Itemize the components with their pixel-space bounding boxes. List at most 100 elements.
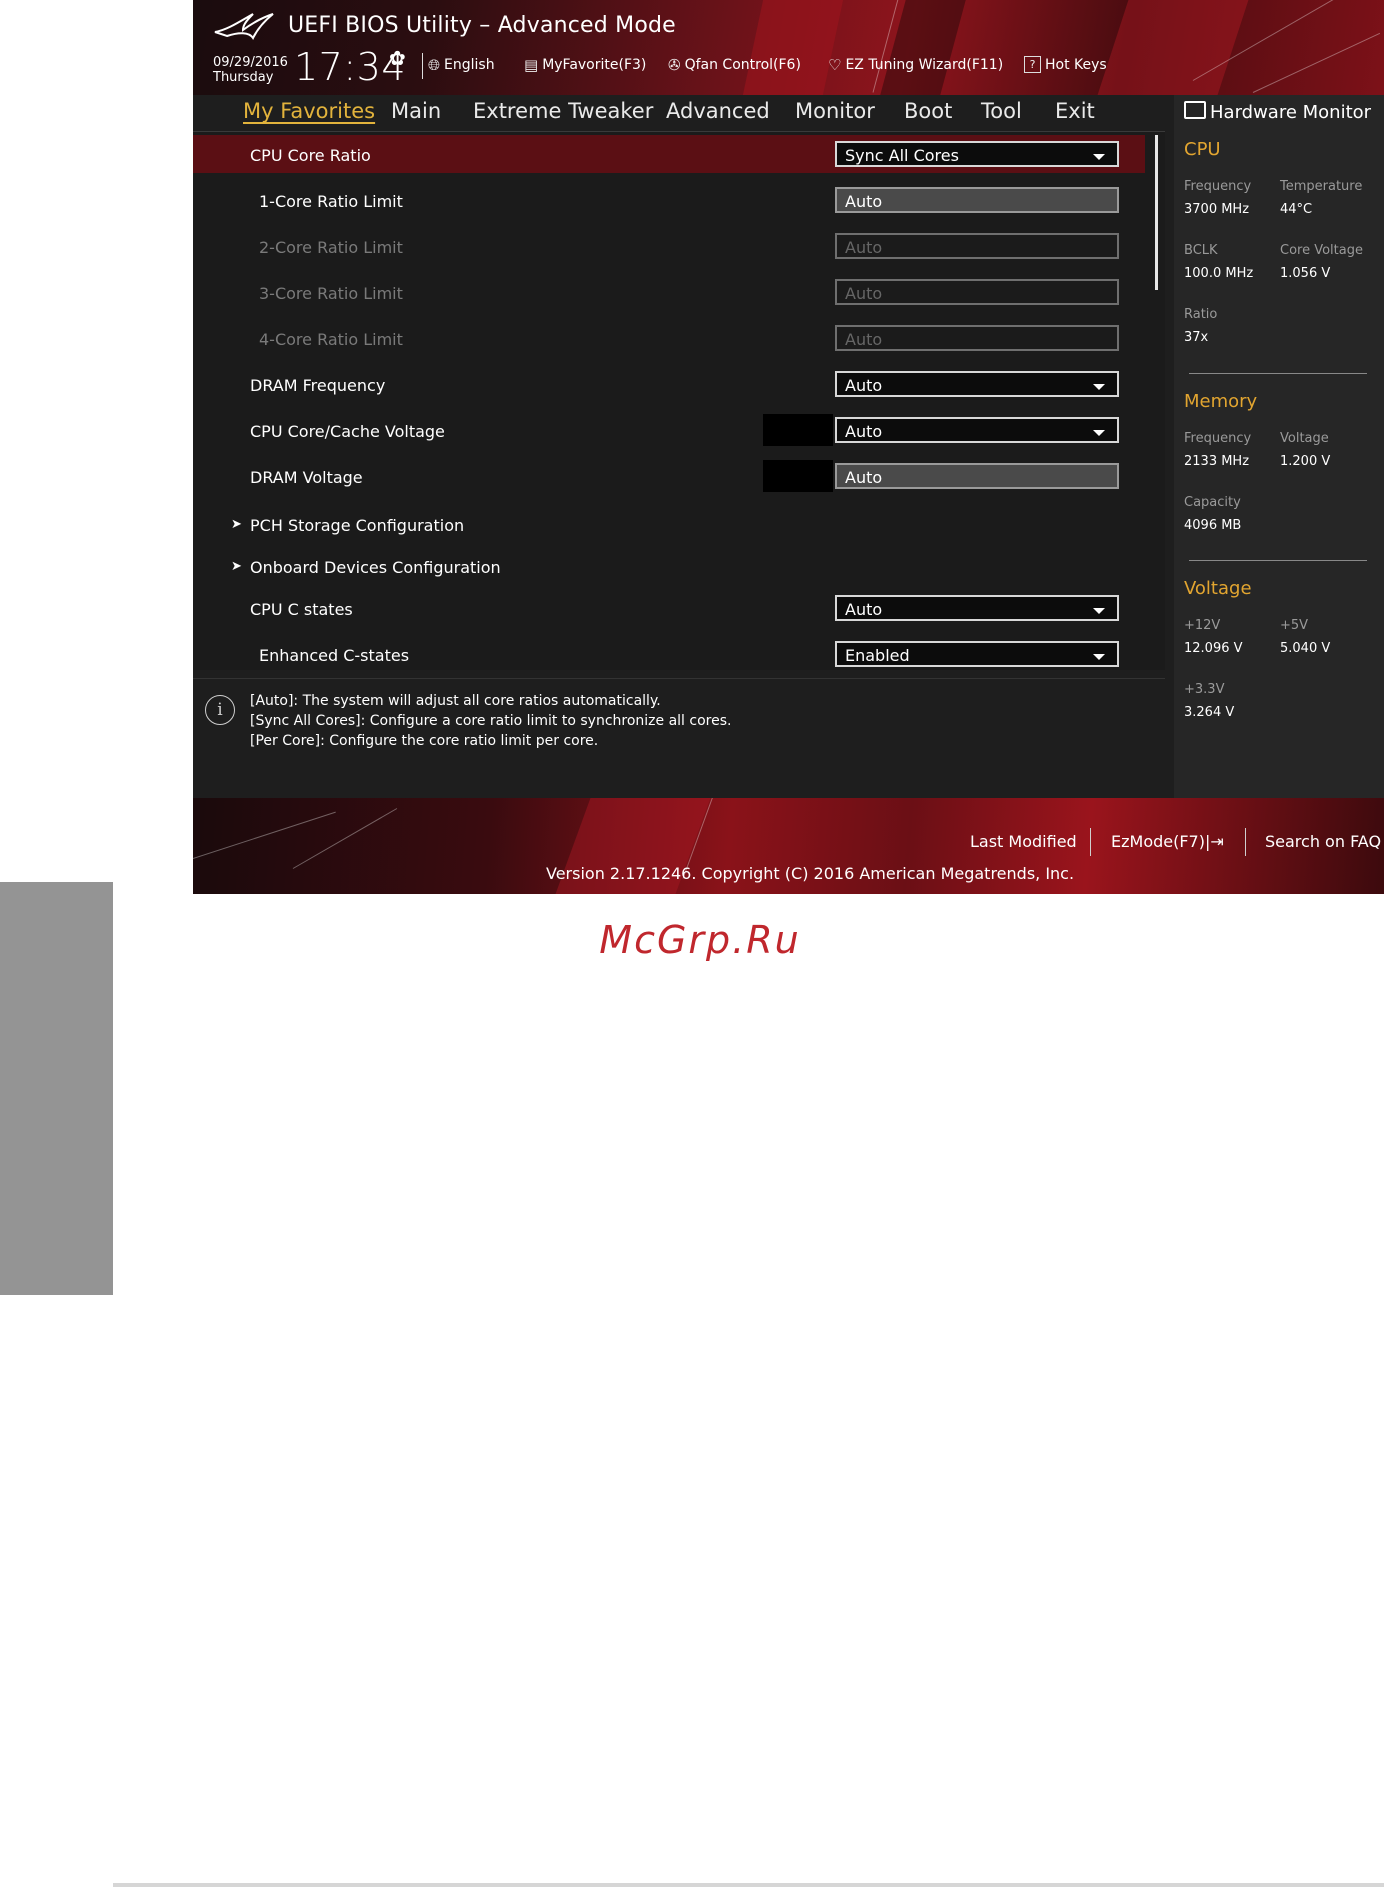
favorite-list-icon: ▤ bbox=[524, 56, 539, 74]
page-bottom-rule bbox=[113, 1883, 1384, 1887]
setting-label: DRAM Voltage bbox=[250, 468, 363, 487]
setting-cpu-core-cache-voltage[interactable]: CPU Core/Cache Voltage Auto bbox=[193, 411, 1145, 449]
tab-advanced[interactable]: Advanced bbox=[666, 99, 770, 123]
submenu-onboard-devices-configuration[interactable]: ➤ Onboard Devices Configuration bbox=[193, 547, 1145, 585]
enhanced-c-states-select[interactable]: Enabled bbox=[835, 641, 1119, 667]
ezmode-label: EzMode(F7)| bbox=[1111, 832, 1211, 851]
setting-label: Enhanced C-states bbox=[259, 646, 410, 665]
core-voltage-label: Core Voltage bbox=[1280, 243, 1363, 258]
v33-value: 3.264 V bbox=[1184, 705, 1235, 720]
hot-keys-button[interactable]: ? Hot Keys bbox=[1024, 56, 1107, 73]
v12-label: +12V bbox=[1184, 618, 1221, 633]
day-text: Thursday bbox=[213, 70, 274, 85]
help-line: [Auto]: The system will adjust all core … bbox=[250, 693, 661, 709]
setting-label: 2-Core Ratio Limit bbox=[259, 238, 403, 257]
fan-icon: ✇ bbox=[668, 56, 681, 74]
ezmode-button[interactable]: EzMode(F7)|⇥ bbox=[1111, 832, 1224, 851]
bios-title: UEFI BIOS Utility – Advanced Mode bbox=[288, 13, 676, 38]
lightbulb-icon: ♡ bbox=[828, 56, 842, 74]
cpu-frequency-label: Frequency bbox=[1184, 179, 1252, 194]
footer-decor bbox=[292, 808, 398, 869]
tab-tool[interactable]: Tool bbox=[981, 99, 1022, 123]
chevron-right-icon: ➤ bbox=[231, 559, 242, 574]
memory-voltage-value: 1.200 V bbox=[1280, 454, 1331, 469]
tab-my-favorites[interactable]: My Favorites bbox=[243, 99, 375, 123]
tab-monitor[interactable]: Monitor bbox=[795, 99, 875, 123]
v33-label: +3.3V bbox=[1184, 682, 1225, 697]
setting-dram-voltage[interactable]: DRAM Voltage Auto bbox=[193, 457, 1145, 495]
help-line: [Per Core]: Configure the core ratio lim… bbox=[250, 733, 599, 749]
v12-value: 12.096 V bbox=[1184, 641, 1243, 656]
footer-divider bbox=[1090, 828, 1091, 856]
header-decor bbox=[742, 0, 844, 95]
memory-frequency-value: 2133 MHz bbox=[1184, 454, 1250, 469]
section-divider bbox=[1189, 560, 1367, 561]
bclk-label: BCLK bbox=[1184, 243, 1218, 258]
settings-scrollbar[interactable] bbox=[1155, 135, 1158, 290]
3-core-ratio-limit-field: Auto bbox=[835, 279, 1119, 305]
rog-logo-icon bbox=[214, 13, 274, 40]
myfavorite-button[interactable]: ▤ MyFavorite(F3) bbox=[524, 56, 646, 74]
monitor-icon bbox=[1184, 101, 1206, 119]
hardware-monitor-title: Hardware Monitor bbox=[1184, 101, 1371, 123]
voltage-heading: Voltage bbox=[1184, 578, 1252, 599]
capacity-label: Capacity bbox=[1184, 495, 1241, 510]
qfan-control-button[interactable]: ✇ Qfan Control(F6) bbox=[668, 56, 801, 74]
gear-icon[interactable]: ✿ bbox=[389, 46, 406, 70]
setting-4-core-ratio-limit: 4-Core Ratio Limit Auto bbox=[193, 319, 1145, 357]
2-core-ratio-limit-field: Auto bbox=[835, 233, 1119, 259]
ratio-value: 37x bbox=[1184, 330, 1209, 345]
header-decor bbox=[1097, 0, 1249, 95]
ez-tuning-wizard-button[interactable]: ♡ EZ Tuning Wizard(F11) bbox=[828, 56, 1003, 74]
globe-icon: 🌐︎ bbox=[428, 56, 441, 74]
search-faq-button[interactable]: Search on FAQ bbox=[1265, 832, 1381, 851]
language-button[interactable]: 🌐︎ English bbox=[428, 56, 495, 74]
date-display: 09/29/2016 Thursday bbox=[213, 55, 288, 85]
v5-value: 5.040 V bbox=[1280, 641, 1331, 656]
setting-label: CPU Core/Cache Voltage bbox=[250, 422, 445, 441]
setting-2-core-ratio-limit: 2-Core Ratio Limit Auto bbox=[193, 227, 1145, 265]
setting-enhanced-c-states[interactable]: Enhanced C-states Enabled bbox=[193, 635, 1145, 670]
setting-label: DRAM Frequency bbox=[250, 376, 386, 395]
hardware-monitor-label: Hardware Monitor bbox=[1210, 102, 1372, 123]
ez-tuning-label: EZ Tuning Wizard(F11) bbox=[845, 57, 1004, 73]
dram-voltage-field[interactable]: Auto bbox=[835, 463, 1119, 489]
header-decor bbox=[1252, 32, 1381, 93]
footer-divider bbox=[1245, 828, 1246, 856]
setting-cpu-core-ratio[interactable]: CPU Core Ratio Sync All Cores bbox=[193, 135, 1145, 173]
date-text: 09/29/2016 bbox=[213, 55, 288, 70]
main-menu-bar: My Favorites Main Extreme Tweaker Advanc… bbox=[193, 95, 1165, 132]
tab-exit[interactable]: Exit bbox=[1055, 99, 1095, 123]
setting-label: 1-Core Ratio Limit bbox=[259, 192, 403, 211]
bios-header: UEFI BIOS Utility – Advanced Mode 09/29/… bbox=[193, 0, 1384, 95]
watermark-text: McGrp.Ru bbox=[599, 918, 801, 962]
memory-heading: Memory bbox=[1184, 391, 1258, 412]
tab-extreme-tweaker[interactable]: Extreme Tweaker bbox=[473, 99, 653, 123]
chapter-side-tab bbox=[0, 882, 113, 1295]
last-modified-button[interactable]: Last Modified bbox=[970, 832, 1077, 851]
myfavorite-label: MyFavorite(F3) bbox=[542, 57, 647, 73]
memory-frequency-label: Frequency bbox=[1184, 431, 1252, 446]
setting-1-core-ratio-limit[interactable]: 1-Core Ratio Limit Auto bbox=[193, 181, 1145, 219]
v5-label: +5V bbox=[1280, 618, 1309, 633]
cpu-core-ratio-select[interactable]: Sync All Cores bbox=[835, 141, 1119, 167]
setting-label: CPU Core Ratio bbox=[250, 146, 371, 165]
submenu-pch-storage-configuration[interactable]: ➤ PCH Storage Configuration bbox=[193, 505, 1145, 543]
hot-keys-label: Hot Keys bbox=[1045, 56, 1107, 73]
section-divider bbox=[1189, 373, 1367, 374]
dram-frequency-select[interactable]: Auto bbox=[835, 371, 1119, 397]
1-core-ratio-limit-field[interactable]: Auto bbox=[835, 187, 1119, 213]
cpu-temperature-value: 44°C bbox=[1280, 202, 1313, 217]
voltage-readout-box bbox=[763, 460, 833, 492]
voltage-readout-box bbox=[763, 414, 833, 446]
cpu-c-states-select[interactable]: Auto bbox=[835, 595, 1119, 621]
language-label: English bbox=[444, 57, 495, 73]
tab-boot[interactable]: Boot bbox=[904, 99, 952, 123]
cpu-core-cache-voltage-select[interactable]: Auto bbox=[835, 417, 1119, 443]
setting-dram-frequency[interactable]: DRAM Frequency Auto bbox=[193, 365, 1145, 403]
question-box-icon: ? bbox=[1024, 56, 1041, 73]
bclk-value: 100.0 MHz bbox=[1184, 266, 1254, 281]
tab-main[interactable]: Main bbox=[391, 99, 441, 123]
setting-cpu-c-states[interactable]: CPU C states Auto bbox=[193, 589, 1145, 627]
ratio-label: Ratio bbox=[1184, 307, 1218, 322]
